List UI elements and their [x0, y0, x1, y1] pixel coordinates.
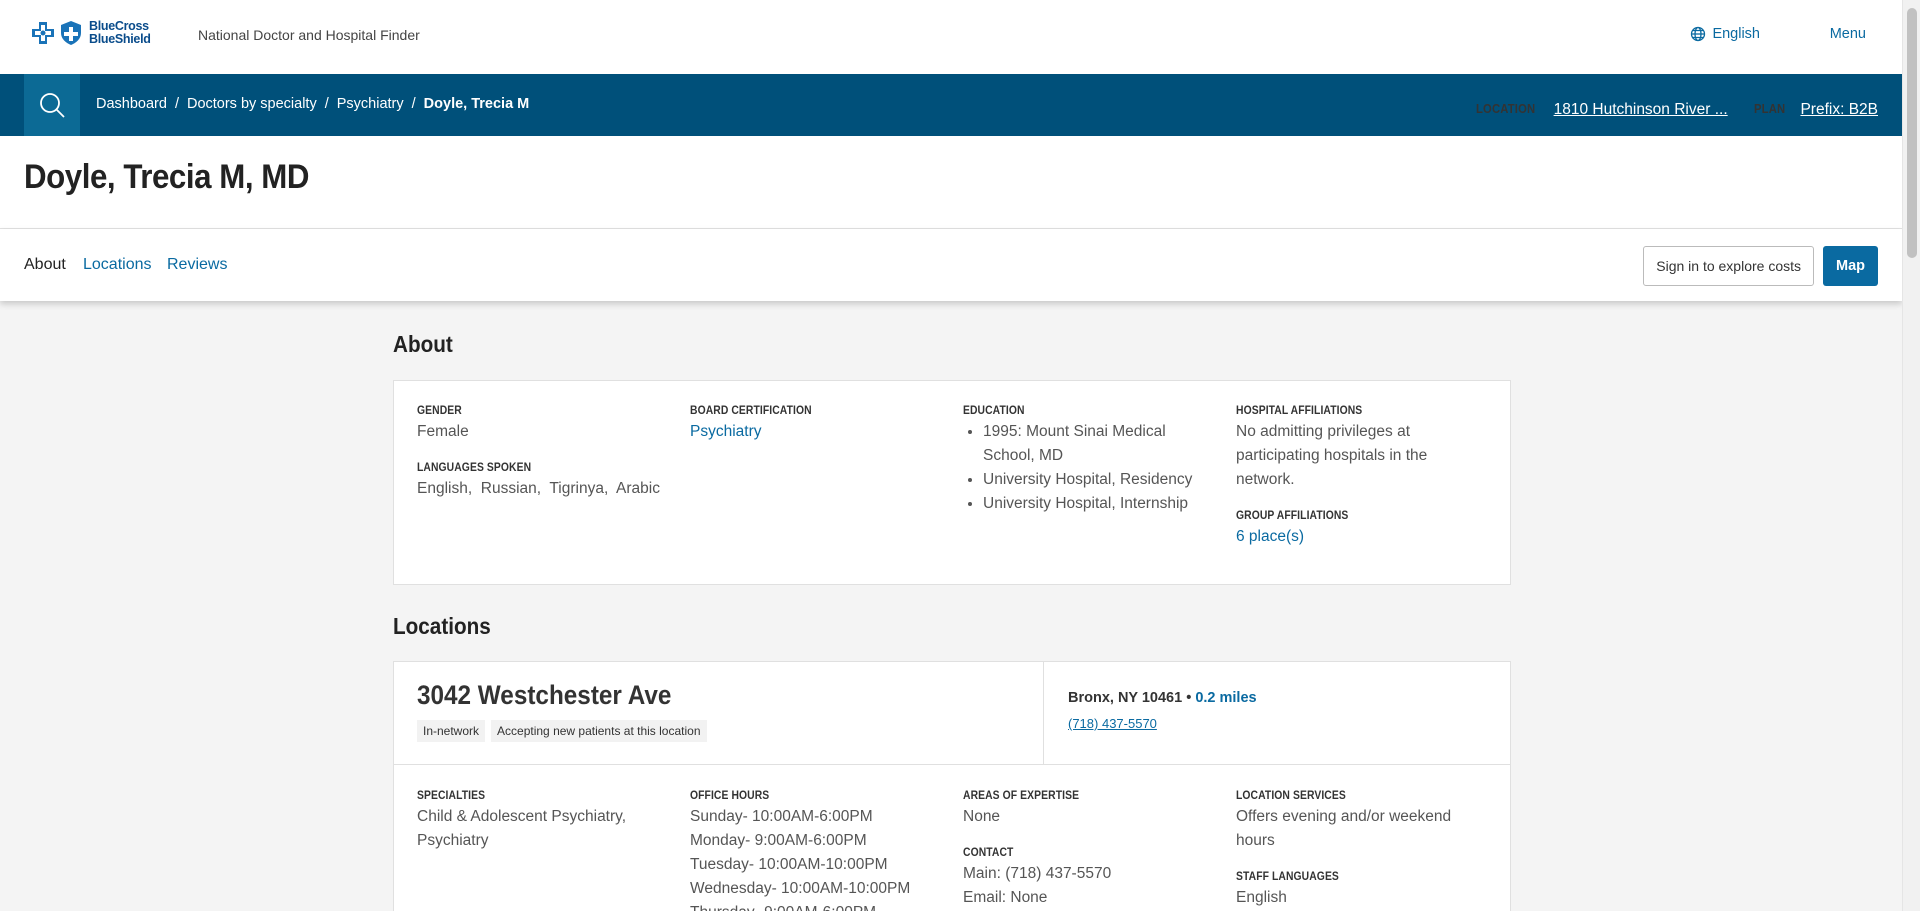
language-selector[interactable]: English [1690, 26, 1760, 42]
office-hours-item: Monday- 9:00AM-6:00PM [690, 832, 867, 849]
finder-title: National Doctor and Hospital Finder [198, 27, 420, 43]
location-phone-link[interactable]: (718) 437-5570 [1068, 716, 1157, 731]
languages-value: English, Russian, Tigrinya, Arabic [417, 480, 660, 497]
areas-of-expertise-value: None [963, 808, 1001, 825]
tabs-row: About Locations Reviews Sign in to explo… [0, 229, 1902, 301]
search-button[interactable] [24, 74, 80, 136]
office-hours-item: Tuesday- 10:00AM-10:00PM [690, 856, 888, 873]
top-header: BlueCross BlueShield National Doctor and… [0, 0, 1902, 74]
page-scrollbar[interactable] [1902, 0, 1920, 911]
gender-value: Female [417, 423, 469, 440]
education-item: 1995: Mount Sinai Medical School, MD [983, 420, 1213, 468]
location-city: Bronx, NY 10461 • 0.2 miles [1068, 690, 1257, 706]
breadcrumb-separator: / [411, 96, 416, 112]
logo-text-blueshield: BlueShield [89, 32, 151, 46]
office-hours-label: OFFICE HOURS [690, 790, 770, 802]
education-item: University Hospital, Residency [983, 468, 1213, 492]
location-services-value: Offers evening and/or weekend hours [1236, 808, 1452, 849]
breadcrumb-psychiatry[interactable]: Psychiatry [337, 96, 404, 112]
blue-cross-icon [32, 22, 54, 44]
map-button[interactable]: Map [1823, 246, 1878, 286]
tab-reviews[interactable]: Reviews [167, 256, 227, 274]
logo-wordmark: BlueCross BlueShield [89, 20, 151, 46]
plan-label: PLAN [1753, 101, 1785, 116]
distance-link[interactable]: 0.2 miles [1195, 690, 1256, 706]
in-network-badge: In-network [417, 720, 486, 742]
page-title: Doyle, Trecia M, MD [24, 158, 310, 196]
about-col-2: BOARD CERTIFICATION Psychiatry [690, 405, 940, 444]
board-certification-link[interactable]: Psychiatry [690, 423, 762, 440]
office-hours-item: Sunday- 10:00AM-6:00PM [690, 808, 873, 825]
contact-email: Email: None [963, 889, 1048, 906]
title-section: Doyle, Trecia M, MD [0, 136, 1902, 229]
breadcrumb-separator: / [324, 96, 329, 112]
contact-main: Main: (718) 437-5570 [963, 865, 1112, 882]
location-city-text: Bronx, NY 10461 [1068, 690, 1183, 706]
location-divider [1043, 662, 1044, 765]
sign-in-costs-button[interactable]: Sign in to explore costs [1643, 246, 1814, 286]
about-col-4: HOSPITAL AFFILIATIONS No admitting privi… [1236, 405, 1486, 549]
office-hours-col: OFFICE HOURS Sunday- 10:00AM-6:00PM Mond… [690, 790, 940, 911]
contact-label: CONTACT [963, 847, 1014, 859]
accepting-patients-badge: Accepting new patients at this location [491, 720, 707, 742]
areas-of-expertise-label: AREAS OF EXPERTISE [963, 790, 1080, 802]
hospital-affiliations-label: HOSPITAL AFFILIATIONS [1236, 405, 1363, 417]
staff-languages-label: STAFF LANGUAGES [1236, 871, 1339, 883]
education-item: University Hospital, Internship [983, 492, 1213, 516]
language-label: English [1712, 26, 1760, 42]
location-services-label: LOCATION SERVICES [1236, 790, 1346, 802]
board-certification-label: BOARD CERTIFICATION [690, 405, 812, 417]
tab-locations[interactable]: Locations [83, 256, 152, 274]
breadcrumb-separator: / [174, 96, 179, 112]
about-heading: About [393, 331, 453, 357]
languages-label: LANGUAGES SPOKEN [417, 462, 532, 474]
breadcrumb-current: Doyle, Trecia M [423, 96, 530, 112]
location-link[interactable]: 1810 Hutchinson River ... [1554, 98, 1728, 122]
specialties-value: Child & Adolescent Psychiatry, Psychiatr… [417, 808, 627, 849]
globe-icon [1691, 26, 1706, 42]
education-list: 1995: Mount Sinai Medical School, MD Uni… [963, 420, 1213, 516]
location-card-header: 3042 Westchester Ave In-network Acceptin… [394, 662, 1510, 765]
nav-bar: Dashboard / Doctors by specialty / Psych… [0, 74, 1902, 136]
search-icon [40, 93, 65, 118]
gender-label: GENDER [417, 405, 462, 417]
education-label: EDUCATION [963, 405, 1025, 417]
specialties-col: SPECIALTIES Child & Adolescent Psychiatr… [417, 790, 667, 853]
about-col-3: EDUCATION 1995: Mount Sinai Medical Scho… [963, 405, 1213, 516]
office-hours-item: Wednesday- 10:00AM-10:00PM [690, 880, 911, 897]
breadcrumb: Dashboard / Doctors by specialty / Psych… [96, 96, 529, 112]
office-hours-list: Sunday- 10:00AM-6:00PM Monday- 9:00AM-6:… [690, 805, 940, 911]
plan-link[interactable]: Prefix: B2B [1800, 98, 1878, 122]
scrollbar-thumb[interactable] [1907, 8, 1917, 258]
breadcrumb-doctors-by-specialty[interactable]: Doctors by specialty [187, 96, 317, 112]
expertise-contact-col: AREAS OF EXPERTISE None CONTACT Main: (7… [963, 790, 1213, 910]
group-affiliations-label: GROUP AFFILIATIONS [1236, 510, 1349, 522]
about-col-1: GENDER Female LANGUAGES SPOKEN English, … [417, 405, 667, 501]
location-card: 3042 Westchester Ave In-network Acceptin… [393, 661, 1511, 911]
location-label: LOCATION [1475, 101, 1535, 116]
office-hours-item: Thursday- 9:00AM-6:00PM [690, 901, 940, 911]
about-card: GENDER Female LANGUAGES SPOKEN English, … [393, 380, 1511, 585]
group-affiliations-link[interactable]: 6 place(s) [1236, 528, 1304, 545]
specialties-label: SPECIALTIES [417, 790, 486, 802]
menu-button[interactable]: Menu [1830, 26, 1866, 42]
location-plan-bar: LOCATION 1810 Hutchinson River ... PLAN … [1476, 95, 1878, 122]
bcbs-logo[interactable]: BlueCross BlueShield [31, 20, 151, 46]
locations-heading: Locations [393, 613, 491, 639]
services-col: LOCATION SERVICES Offers evening and/or … [1236, 790, 1486, 910]
blue-shield-icon [61, 21, 81, 45]
location-badges: In-network Accepting new patients at thi… [417, 720, 707, 742]
hospital-affiliations-value: No admitting privileges at participating… [1236, 423, 1428, 488]
staff-languages-value: English [1236, 889, 1287, 906]
location-name: 3042 Westchester Ave [417, 680, 672, 710]
breadcrumb-dashboard[interactable]: Dashboard [96, 96, 167, 112]
tab-about[interactable]: About [24, 256, 66, 274]
